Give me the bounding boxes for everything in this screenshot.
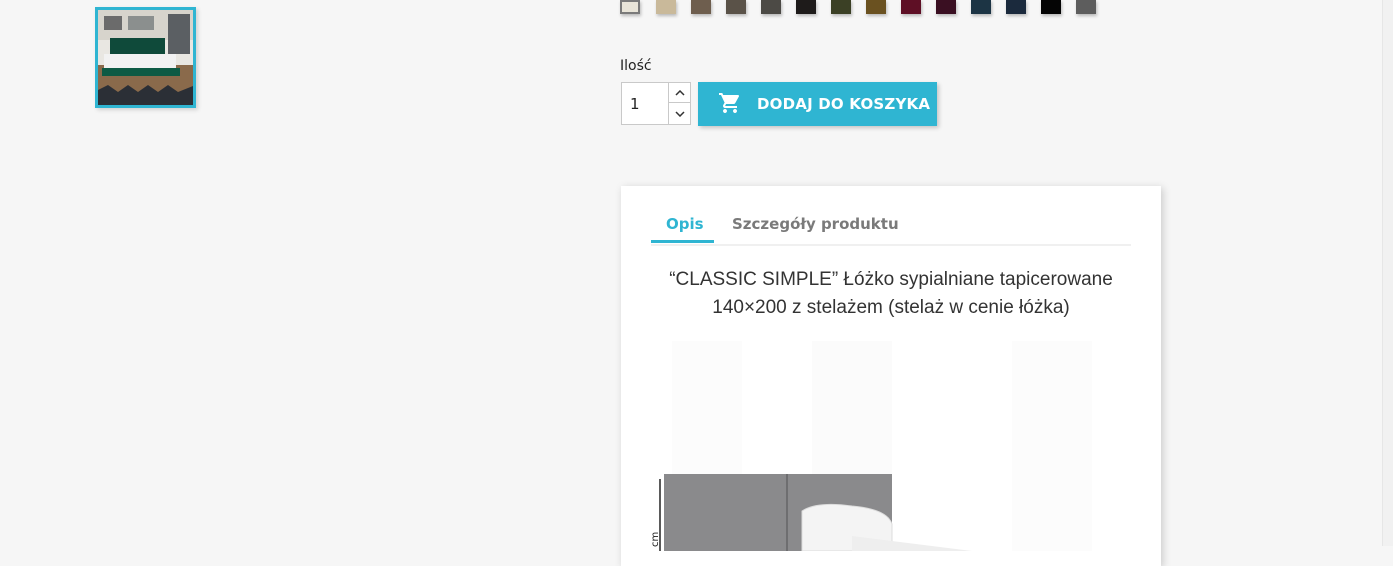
tab-description[interactable]: Opis — [666, 215, 704, 233]
chevron-down-icon — [675, 110, 685, 117]
color-swatch[interactable] — [1076, 0, 1096, 14]
quantity-decrease-button[interactable] — [668, 103, 691, 124]
add-to-cart-button[interactable]: DODAJ DO KOSZYKA — [698, 82, 937, 126]
quantity-label: Ilość — [620, 58, 652, 74]
color-swatch[interactable] — [796, 0, 816, 14]
bed-thumbnail-image — [98, 10, 193, 105]
color-swatch[interactable] — [1041, 0, 1061, 14]
color-swatch[interactable] — [691, 0, 711, 14]
description-title-line-2: 140×200 z stelażem (stelaż w cenie łóżka… — [712, 297, 1070, 318]
cart-icon — [719, 93, 740, 113]
chevron-up-icon — [675, 89, 685, 96]
color-swatch[interactable] — [936, 0, 956, 14]
color-swatch[interactable] — [1006, 0, 1026, 14]
quantity-stepper — [621, 82, 691, 125]
color-swatch[interactable] — [656, 0, 676, 14]
color-swatch[interactable] — [831, 0, 851, 14]
quantity-input[interactable] — [622, 83, 668, 124]
description-title: “CLASSIC SIMPLE” Łóżko sypialniane tapic… — [651, 266, 1131, 322]
page-scrollbar[interactable] — [1382, 0, 1393, 546]
description-title-line-1: “CLASSIC SIMPLE” Łóżko sypialniane tapic… — [669, 269, 1113, 290]
color-swatch[interactable] — [726, 0, 746, 14]
color-swatch[interactable] — [620, 0, 640, 14]
add-to-cart-label: DODAJ DO KOSZYKA — [757, 95, 931, 113]
color-swatch[interactable] — [866, 0, 886, 14]
color-swatch[interactable] — [761, 0, 781, 14]
color-swatch[interactable] — [901, 0, 921, 14]
product-image: cm — [652, 341, 1108, 551]
product-tabs: Opis Szczegóły produktu — [651, 214, 1131, 246]
product-description-card: Opis Szczegóły produktu “CLASSIC SIMPLE”… — [621, 186, 1161, 566]
quantity-increase-button[interactable] — [668, 83, 691, 103]
color-swatch[interactable] — [971, 0, 991, 14]
product-thumbnail[interactable] — [95, 7, 196, 108]
dimension-unit-label: cm — [652, 532, 661, 547]
tab-product-details[interactable]: Szczegóły produktu — [732, 215, 899, 233]
active-tab-indicator — [651, 240, 714, 243]
